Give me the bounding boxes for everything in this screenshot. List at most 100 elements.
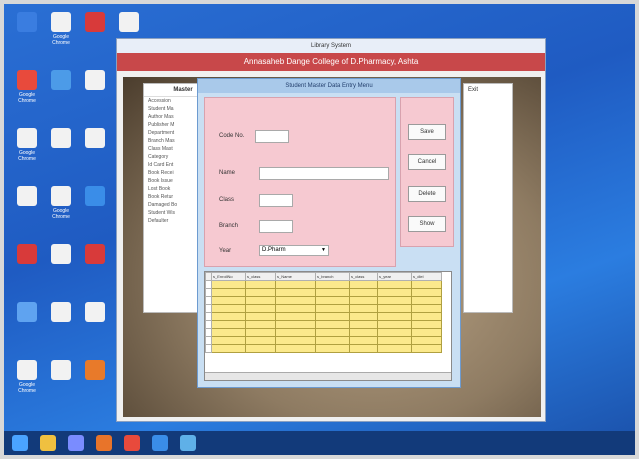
app-icon: [51, 244, 71, 264]
app-icon: [51, 128, 71, 148]
desktop-icon[interactable]: [80, 360, 110, 400]
windows-icon[interactable]: [12, 435, 28, 451]
desktop-icon[interactable]: [80, 12, 110, 52]
desktop-icon[interactable]: [46, 244, 76, 284]
desktop-icon[interactable]: [80, 128, 110, 168]
app-icon: [85, 244, 105, 264]
class-label: Class: [219, 197, 235, 203]
table-row[interactable]: [205, 312, 442, 321]
app-icon: [85, 186, 105, 206]
student-table: s_EnrollNo s_class s_Name s_branch s_class s_…: [205, 272, 442, 353]
table-cell: [315, 288, 350, 297]
table-cell: [349, 320, 378, 329]
firefox-icon[interactable]: [96, 435, 112, 451]
desktop-icon[interactable]: [46, 302, 76, 342]
search-icon[interactable]: [40, 435, 56, 451]
delete-button[interactable]: Delete: [408, 186, 446, 202]
desktop-icon[interactable]: Google Chrome: [12, 360, 42, 400]
app-icon: [85, 70, 105, 90]
chrome-icon[interactable]: [124, 435, 140, 451]
branch-input[interactable]: [259, 220, 293, 233]
table-cell: [211, 288, 246, 297]
table-cell: [211, 320, 246, 329]
task-view-icon[interactable]: [68, 435, 84, 451]
table-cell: [377, 320, 412, 329]
code-input[interactable]: [255, 130, 289, 143]
table-cell: [315, 344, 350, 353]
table-row[interactable]: [205, 336, 442, 345]
table-cell: [245, 280, 276, 289]
table-cell: [245, 296, 276, 305]
name-label: Name: [219, 170, 236, 176]
table-row[interactable]: [205, 328, 442, 337]
column-header[interactable]: s_EnrollNo: [211, 272, 246, 281]
column-header[interactable]: s_class: [245, 272, 276, 281]
table-cell: [411, 320, 442, 329]
table-cell: [349, 288, 378, 297]
year-select-value: D.Pharm: [262, 247, 286, 253]
desktop-icon[interactable]: [12, 12, 42, 52]
branch-label: Branch: [219, 223, 239, 229]
column-header[interactable]: s_dlel: [411, 272, 442, 281]
column-header[interactable]: s_class: [349, 272, 378, 281]
desktop-icon[interactable]: [80, 244, 110, 284]
year-label: Year: [219, 248, 232, 254]
desktop-icon[interactable]: [12, 244, 42, 284]
table-cell: [411, 328, 442, 337]
table-row[interactable]: [205, 280, 442, 289]
table-cell: [245, 320, 276, 329]
table-row[interactable]: [205, 320, 442, 329]
grid-scrollbar[interactable]: [205, 372, 451, 380]
table-row[interactable]: [205, 304, 442, 313]
column-header[interactable]: s_Name: [275, 272, 316, 281]
table-row[interactable]: [205, 344, 442, 353]
desktop-icon[interactable]: [12, 302, 42, 342]
student-data-grid[interactable]: s_EnrollNo s_class s_Name s_branch s_class s_…: [204, 271, 452, 381]
table-cell: [211, 328, 246, 337]
table-cell: [245, 336, 276, 345]
table-row[interactable]: [205, 296, 442, 305]
app-icon: [85, 360, 105, 380]
desktop-icon-label: Google Chrome: [18, 382, 36, 394]
desktop-icon[interactable]: [12, 186, 42, 226]
desktop-icon[interactable]: [46, 360, 76, 400]
save-button[interactable]: Save: [408, 124, 446, 140]
table-cell: [211, 336, 246, 345]
column-header[interactable]: s_year: [377, 272, 412, 281]
table-cell: [245, 288, 276, 297]
desktop-icon-label: Google Chrome: [52, 208, 70, 220]
table-cell: [349, 312, 378, 321]
table-cell: [377, 328, 412, 337]
table-cell: [315, 336, 350, 345]
desktop-icon[interactable]: [80, 186, 110, 226]
desktop-icon[interactable]: [46, 70, 76, 110]
name-input[interactable]: [259, 167, 389, 180]
cancel-button[interactable]: Cancel: [408, 154, 446, 170]
desktop-icon[interactable]: Google Chrome: [12, 128, 42, 168]
ie-icon[interactable]: [152, 435, 168, 451]
app-icon: [51, 186, 71, 206]
class-input[interactable]: [259, 194, 293, 207]
app-icon: [51, 360, 71, 380]
student-entry-window: Student Master Data Entry Menu Code No. …: [197, 78, 461, 388]
table-row[interactable]: [205, 288, 442, 297]
entry-form: Code No. Name Class Branch Year D.Pharm …: [204, 97, 396, 267]
table-cell: [377, 288, 412, 297]
table-cell: [411, 336, 442, 345]
column-header[interactable]: s_branch: [315, 272, 350, 281]
year-select[interactable]: D.Pharm ▼: [259, 245, 329, 256]
desktop-icon[interactable]: Google Chrome: [46, 12, 76, 52]
exit-menu[interactable]: Exit: [464, 84, 512, 96]
desktop-icon[interactable]: [80, 302, 110, 342]
table-cell: [275, 344, 316, 353]
desktop-icon[interactable]: [80, 70, 110, 110]
desktop-icon[interactable]: Google Chrome: [46, 186, 76, 226]
table-cell: [349, 296, 378, 305]
desktop-icon[interactable]: Google Chrome: [12, 70, 42, 110]
desktop-icon[interactable]: [46, 128, 76, 168]
app-icon[interactable]: [180, 435, 196, 451]
table-cell: [315, 320, 350, 329]
table-cell: [211, 280, 246, 289]
table-cell: [211, 312, 246, 321]
show-button[interactable]: Show: [408, 216, 446, 232]
